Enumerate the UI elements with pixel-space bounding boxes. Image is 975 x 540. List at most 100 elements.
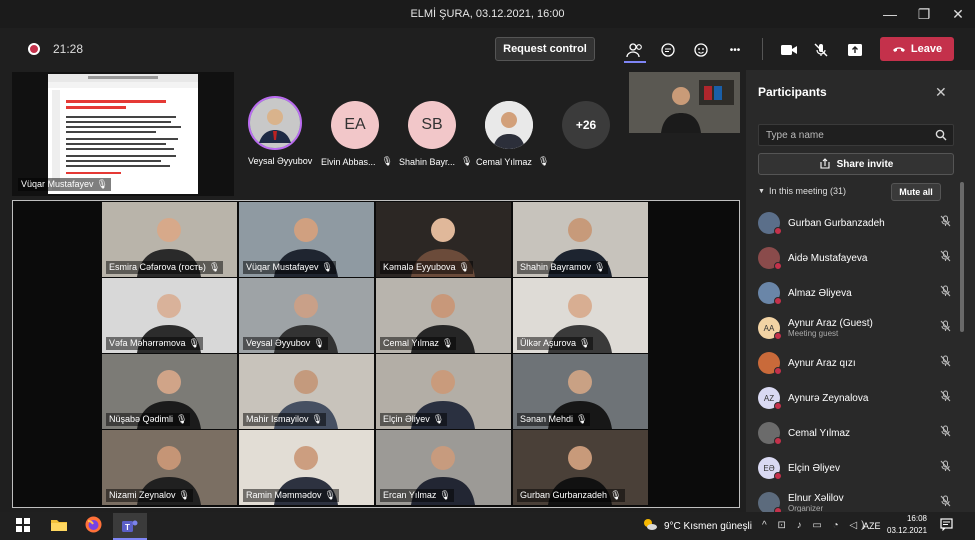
video-tile[interactable]: Shahin Bayramov 🎙 bbox=[513, 202, 648, 277]
video-tile[interactable]: Elçin Əliyev 🎙 bbox=[376, 354, 511, 429]
avatar bbox=[758, 212, 782, 235]
system-tray-icons[interactable]: ^ ⊡ ♪ ▭ ◔ ◁) bbox=[762, 520, 868, 531]
participant-row[interactable]: AZ Aynurə Zeynalova bbox=[758, 383, 954, 413]
participant-row[interactable]: Aidə Mustafayeva bbox=[758, 243, 954, 273]
more-options-icon[interactable]: ••• bbox=[722, 38, 748, 62]
close-window-icon[interactable]: ✕ bbox=[941, 0, 975, 28]
video-tile[interactable]: Gurban Gurbanzadeh 🎙 bbox=[513, 430, 648, 505]
window-controls: — ❐ ✕ bbox=[873, 0, 975, 28]
mic-muted-icon[interactable] bbox=[936, 284, 954, 302]
leave-button[interactable]: Leave bbox=[880, 37, 954, 61]
video-tile[interactable]: Veysal Əyyubov 🎙 bbox=[239, 278, 374, 353]
avatar: AA bbox=[758, 317, 782, 340]
file-explorer-icon[interactable] bbox=[50, 517, 68, 537]
video-tile-label: Kəmalə Eyyubova 🎙 bbox=[380, 261, 473, 274]
taskbar-time[interactable]: 16:08 bbox=[897, 514, 937, 523]
participant-info: Elnur Xəlilov Organizer bbox=[788, 493, 844, 513]
taskbar-date[interactable]: 03.12.2021 bbox=[887, 526, 927, 535]
participant-row[interactable]: AA Aynur Araz (Guest) Meeting guest bbox=[758, 313, 954, 343]
video-tile[interactable]: Nüşabə Qədimli 🎙 bbox=[102, 354, 237, 429]
shared-screen-label: Vüqar Mustafayev 🎙 bbox=[18, 178, 111, 191]
firefox-icon[interactable] bbox=[85, 516, 102, 538]
video-tile[interactable]: Ercan Yılmaz 🎙 bbox=[376, 430, 511, 505]
avatar bbox=[758, 247, 782, 270]
avatar bbox=[758, 422, 782, 445]
video-tile[interactable]: Mahir Ismayilov 🎙 bbox=[239, 354, 374, 429]
video-tile[interactable]: Vüqar Mustafayev 🎙 bbox=[239, 202, 374, 277]
share-icon bbox=[820, 158, 830, 169]
avatar: SB bbox=[408, 101, 456, 149]
participant-row[interactable]: Almaz Əliyeva bbox=[758, 278, 954, 308]
mic-muted-icon[interactable] bbox=[936, 214, 954, 232]
top-participant-1[interactable]: EA bbox=[331, 101, 379, 149]
top-participant-name-3: Cemal Yılmaz 🎙 bbox=[476, 156, 550, 167]
avatar: EA bbox=[331, 101, 379, 149]
weather-icon[interactable] bbox=[642, 517, 658, 536]
windows-start-icon[interactable] bbox=[16, 518, 30, 537]
mic-muted-icon[interactable] bbox=[808, 38, 834, 62]
participant-row[interactable]: Aynur Araz qızı bbox=[758, 348, 954, 378]
video-tile[interactable]: Ülkər Aşurova 🎙 bbox=[513, 278, 648, 353]
video-tile[interactable]: Ramin Məmmədov 🎙 bbox=[239, 430, 374, 505]
video-tile[interactable]: Sənan Mehdi 🎙 bbox=[513, 354, 648, 429]
meeting-timer: 21:28 bbox=[53, 42, 84, 56]
top-participant-3[interactable] bbox=[485, 101, 533, 149]
self-video-tile[interactable] bbox=[629, 72, 740, 133]
video-tile[interactable]: Esmira Cəfərova (гость) 🎙 bbox=[102, 202, 237, 277]
panel-scrollbar[interactable] bbox=[960, 182, 964, 332]
share-screen-icon[interactable] bbox=[842, 38, 868, 62]
video-tile[interactable]: Kəmalə Eyyubova 🎙 bbox=[376, 202, 511, 277]
close-panel-icon[interactable]: ✕ bbox=[935, 84, 947, 101]
shared-screen-tile[interactable]: Vüqar Mustafayev 🎙 bbox=[12, 72, 234, 196]
top-participant-2[interactable]: SB bbox=[408, 101, 456, 149]
top-participant-0[interactable] bbox=[248, 96, 302, 150]
request-control-button[interactable]: Request control bbox=[495, 37, 595, 61]
video-tile[interactable]: Cemal Yılmaz 🎙 bbox=[376, 278, 511, 353]
video-tile[interactable]: Vəfa Məhərrəmova 🎙 bbox=[102, 278, 237, 353]
chevron-down-icon: ▼ bbox=[758, 187, 765, 195]
weather-text[interactable]: 9°C Kısmen güneşli bbox=[664, 521, 752, 532]
mic-muted-icon[interactable] bbox=[936, 459, 954, 477]
language-indicator[interactable]: AZE bbox=[863, 521, 881, 531]
notifications-icon[interactable] bbox=[940, 518, 953, 536]
reactions-icon[interactable] bbox=[688, 38, 714, 62]
participant-info: Aidə Mustafayeva bbox=[788, 252, 868, 264]
participant-row[interactable]: EƏ Elçin Əliyev bbox=[758, 453, 954, 483]
overflow-count: +26 bbox=[562, 101, 610, 149]
svg-text:T: T bbox=[125, 523, 130, 532]
top-participant-name-2: Shahin Bayr... 🎙 bbox=[399, 156, 473, 167]
avatar bbox=[758, 492, 782, 515]
search-icon[interactable] bbox=[935, 128, 947, 146]
chat-icon[interactable] bbox=[655, 38, 681, 62]
video-tile-label: Gurban Gurbanzadeh 🎙 bbox=[517, 489, 625, 502]
search-input[interactable] bbox=[759, 125, 929, 146]
in-meeting-header[interactable]: ▼ In this meeting (31) bbox=[758, 186, 846, 196]
mute-all-button[interactable]: Mute all bbox=[891, 183, 941, 201]
mic-muted-icon[interactable] bbox=[936, 354, 954, 372]
avatar bbox=[758, 282, 782, 305]
minimize-icon[interactable]: — bbox=[873, 0, 907, 28]
video-tile-label: Ramin Məmmədov 🎙 bbox=[243, 489, 339, 502]
camera-icon[interactable] bbox=[776, 38, 802, 62]
video-tile[interactable]: Nizami Zeynalov 🎙 bbox=[102, 430, 237, 505]
mic-muted-icon[interactable] bbox=[936, 319, 954, 337]
share-invite-button[interactable]: Share invite bbox=[758, 153, 954, 175]
video-tile-label: Vəfa Məhərrəmova 🎙 bbox=[106, 337, 203, 350]
participant-row[interactable]: Gurban Gurbanzadeh bbox=[758, 208, 954, 238]
top-participant-name-0: Veysal Əyyubov bbox=[248, 156, 313, 166]
participant-info: Aynur Araz (Guest) Meeting guest bbox=[788, 318, 873, 338]
mic-muted-icon[interactable] bbox=[936, 249, 954, 267]
mic-muted-icon[interactable] bbox=[936, 494, 954, 512]
presence-badge bbox=[774, 402, 782, 410]
mic-muted-icon[interactable] bbox=[936, 424, 954, 442]
overflow-participants[interactable]: +26 bbox=[562, 101, 610, 149]
presence-badge bbox=[774, 472, 782, 480]
avatar bbox=[758, 352, 782, 375]
teams-taskbar-icon[interactable]: T bbox=[113, 513, 147, 540]
shared-document-preview bbox=[48, 74, 198, 194]
restore-icon[interactable]: ❐ bbox=[907, 0, 941, 28]
people-icon[interactable] bbox=[622, 38, 648, 62]
participant-row[interactable]: Cemal Yılmaz bbox=[758, 418, 954, 448]
mic-muted-icon[interactable] bbox=[936, 389, 954, 407]
participant-info: Cemal Yılmaz bbox=[788, 427, 851, 439]
